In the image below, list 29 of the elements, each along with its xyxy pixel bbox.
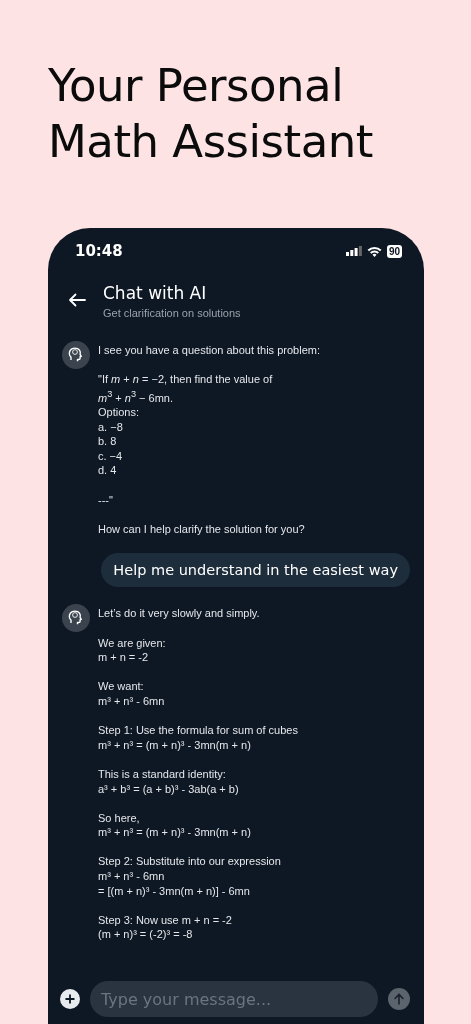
- message-text: Let’s do it very slowly and simply.: [98, 606, 261, 621]
- message-text: Step 2: Substitute into our expression m³ + n³ - 6mn = [(m + n)³ - 3mn(m + n)] - 6mn: [98, 854, 282, 899]
- chat-title: Chat with AI: [103, 283, 208, 303]
- message-text: We are given: m + n = -2: [98, 635, 167, 665]
- add-button[interactable]: [60, 989, 80, 1009]
- status-time: 10:48: [75, 242, 123, 260]
- message-text: Step 3: Now use m + n = -2 (m + n)³ = (-2)³ = -8: [98, 912, 233, 943]
- signal-icon: [345, 246, 362, 256]
- wifi-icon: [366, 245, 382, 257]
- head-icon: [62, 341, 90, 369]
- message-text: So here, m³ + n³ = (m + n)³ - 3mn(m + n): [98, 810, 252, 840]
- message-text: This is a standard identity: a³ + b³ = (a + b)³ - 3ab(a + b): [98, 766, 240, 797]
- message-input[interactable]: Type your message...: [90, 981, 378, 1017]
- back-button[interactable]: [68, 293, 86, 307]
- message-text: How can I help clarify the solution for you?: [98, 521, 306, 537]
- message-text: "If m + n = −2, then find the value of m$^{3}$ + n$^{3}$ − 6mn. Options: a. −8 b. 8 c. −4 d. 4: [98, 372, 274, 478]
- message-text: ---": [98, 492, 114, 508]
- chat-subtitle: Get clarification on solutions: [103, 307, 241, 319]
- back-arrow-icon: [68, 293, 86, 307]
- send-button[interactable]: [388, 988, 410, 1010]
- message-text: I see you have a question about this problem:: [98, 343, 320, 358]
- message-text: We want: m³ + n³ - 6mn: [98, 679, 166, 709]
- head-icon: [62, 604, 90, 633]
- headline: Your Personal Math Assistant: [48, 58, 374, 170]
- battery-level: 90: [386, 244, 402, 258]
- message-text: Step 1: Use the formula for sum of cubes m³ + n³ = (m + n)³ - 3mn(m + n): [98, 723, 298, 753]
- user-message-bubble: Help me understand in the easiest way: [101, 553, 410, 588]
- plus-icon: [65, 994, 75, 1004]
- up-arrow-icon: [394, 993, 404, 1005]
